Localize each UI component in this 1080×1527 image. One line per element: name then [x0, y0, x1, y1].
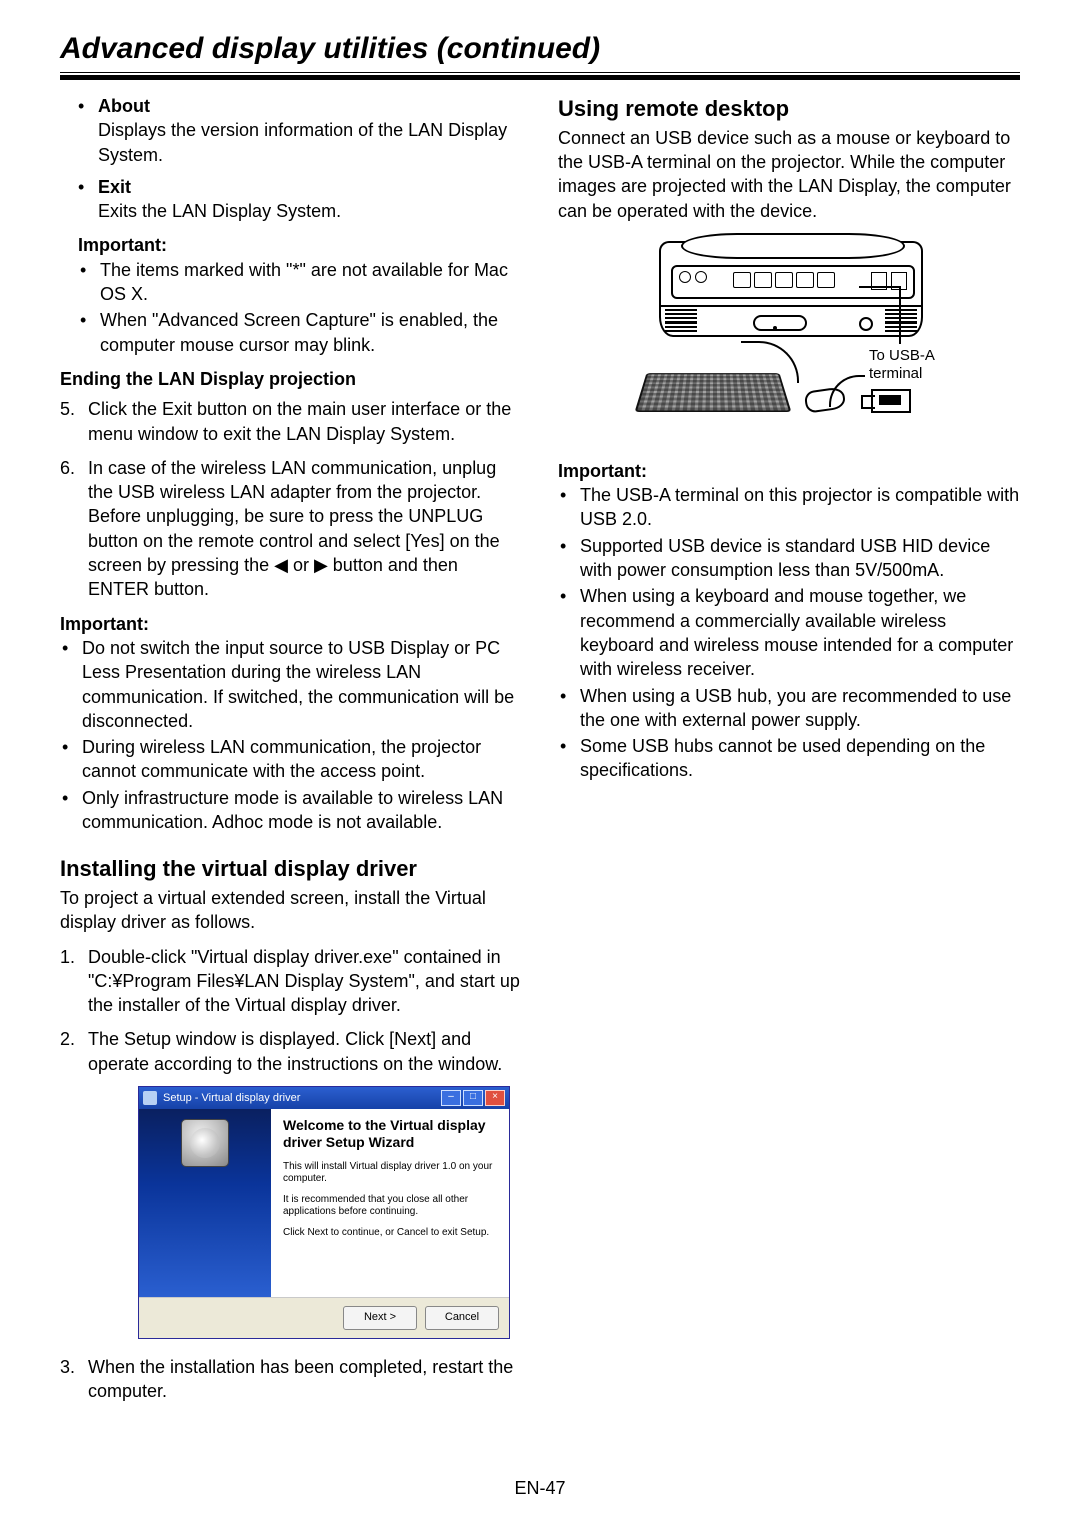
minimize-button[interactable]: – [441, 1090, 461, 1106]
remote-desktop-heading: Using remote desktop [558, 94, 1020, 124]
step-number: 1. [60, 945, 75, 969]
ending-heading: Ending the LAN Display projection [60, 367, 522, 391]
mouse-icon [805, 389, 861, 417]
important-label: Important: [78, 233, 522, 257]
dialog-main: Welcome to the Virtual display driver Se… [271, 1109, 509, 1297]
cancel-button[interactable]: Cancel [425, 1306, 499, 1330]
list-item: When using a keyboard and mouse together… [558, 584, 1020, 681]
two-column-layout: About Displays the version information o… [60, 94, 1020, 1414]
important-label: Important: [60, 612, 522, 636]
install-step-3: 3. When the installation has been comple… [60, 1355, 522, 1404]
step-number: 2. [60, 1027, 75, 1051]
section-title: Advanced display utilities (continued) [60, 32, 1020, 66]
important-block-1: Important: The items marked with "*" are… [60, 233, 522, 356]
keyboard-icon [641, 361, 781, 417]
dialog-side-panel [139, 1109, 271, 1297]
dialog-body: Welcome to the Virtual display driver Se… [139, 1109, 509, 1297]
right-column: Using remote desktop Connect an USB devi… [558, 94, 1020, 1414]
title-rule [60, 72, 1020, 80]
port-label-line1: To USB-A [869, 347, 935, 364]
list-item: When "Advanced Screen Capture" is enable… [78, 308, 522, 357]
usb-dongle-icon [871, 389, 911, 413]
feature-list: About Displays the version information o… [60, 94, 522, 223]
install-intro: To project a virtual extended screen, in… [60, 886, 522, 935]
dialog-welcome: Welcome to the Virtual display driver Se… [283, 1117, 497, 1151]
port-label: To USB-A terminal [869, 347, 935, 383]
next-button[interactable]: Next > [343, 1306, 417, 1330]
app-icon [143, 1091, 157, 1105]
document-page: Advanced display utilities (continued) A… [0, 0, 1080, 1527]
port-label-line2: terminal [869, 365, 922, 382]
important-label: Important: [558, 459, 1020, 483]
list-item: 5. Click the Exit button on the main use… [60, 397, 522, 446]
page-number: EN-47 [0, 1478, 1080, 1499]
dialog-text: This will install Virtual display driver… [283, 1161, 497, 1186]
dialog-text: It is recommended that you close all oth… [283, 1194, 497, 1219]
exit-item: Exit Exits the LAN Display System. [60, 175, 522, 224]
close-button[interactable]: × [485, 1090, 505, 1106]
remote-desktop-intro: Connect an USB device such as a mouse or… [558, 126, 1020, 223]
list-item: 6. In case of the wireless LAN communica… [60, 456, 522, 602]
setup-wizard-dialog: Setup - Virtual display driver – □ × Wel… [138, 1086, 510, 1339]
list-item: 1. Double-click "Virtual display driver.… [60, 945, 522, 1018]
left-column: About Displays the version information o… [60, 94, 522, 1414]
list-item: 3. When the installation has been comple… [60, 1355, 522, 1404]
about-label: About [98, 96, 150, 116]
list-item: Supported USB device is standard USB HID… [558, 534, 1020, 583]
ending-steps: 5. Click the Exit button on the main use… [60, 397, 522, 601]
step-number: 5. [60, 397, 75, 421]
step-number: 3. [60, 1355, 75, 1379]
dialog-titlebar: Setup - Virtual display driver – □ × [139, 1087, 509, 1109]
install-heading: Installing the virtual display driver [60, 854, 522, 884]
step-text: In case of the wireless LAN communicatio… [88, 458, 500, 599]
list-item: The USB-A terminal on this projector is … [558, 483, 1020, 532]
about-item: About Displays the version information o… [60, 94, 522, 167]
maximize-button[interactable]: □ [463, 1090, 483, 1106]
dialog-text: Click Next to continue, or Cancel to exi… [283, 1227, 497, 1240]
install-steps: 1. Double-click "Virtual display driver.… [60, 945, 522, 1076]
step-text: Click the Exit button on the main user i… [88, 399, 511, 443]
list-item: Do not switch the input source to USB Di… [60, 636, 522, 733]
list-item: During wireless LAN communication, the p… [60, 735, 522, 784]
list-item: Some USB hubs cannot be used depending o… [558, 734, 1020, 783]
list-item: 2. The Setup window is displayed. Click … [60, 1027, 522, 1076]
remote-desktop-diagram: To USB-A terminal [619, 231, 959, 441]
important-2-list: Do not switch the input source to USB Di… [60, 636, 522, 834]
exit-label: Exit [98, 177, 131, 197]
step-text: The Setup window is displayed. Click [Ne… [88, 1029, 502, 1073]
about-text: Displays the version information of the … [98, 118, 522, 167]
step-text: Double-click "Virtual display driver.exe… [88, 947, 520, 1016]
important-1-list: The items marked with "*" are not availa… [78, 258, 522, 357]
dialog-footer: Next > Cancel [139, 1297, 509, 1338]
step-text: When the installation has been completed… [88, 1357, 513, 1401]
exit-text: Exits the LAN Display System. [98, 199, 522, 223]
projector-icon [659, 241, 923, 337]
dialog-title: Setup - Virtual display driver [163, 1091, 300, 1106]
step-number: 6. [60, 456, 75, 480]
remote-important-list: The USB-A terminal on this projector is … [558, 483, 1020, 783]
list-item: Only infrastructure mode is available to… [60, 786, 522, 835]
installer-disc-icon [181, 1119, 229, 1167]
list-item: The items marked with "*" are not availa… [78, 258, 522, 307]
list-item: When using a USB hub, you are recommende… [558, 684, 1020, 733]
